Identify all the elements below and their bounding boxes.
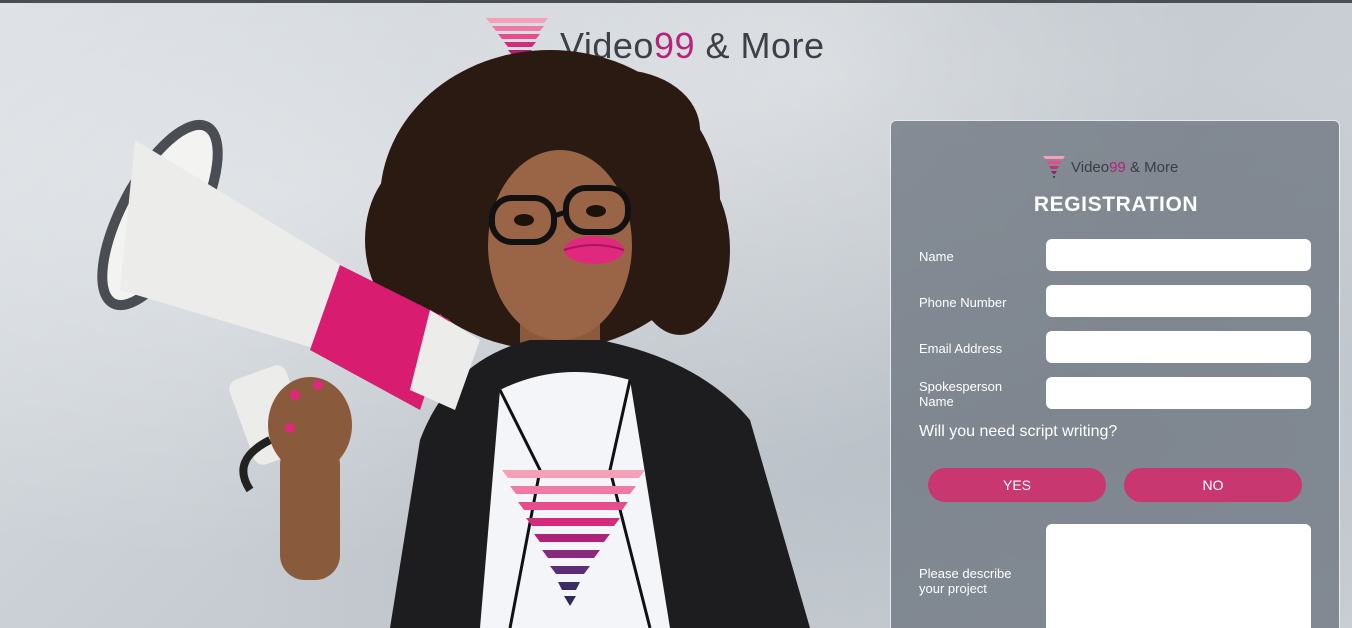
phone-field[interactable] <box>1046 285 1311 317</box>
hand <box>268 377 352 580</box>
registration-panel: Video99 & More REGISTRATION Name Phone N… <box>890 120 1340 628</box>
spokesperson-field[interactable] <box>1046 377 1311 409</box>
project-description-field[interactable] <box>1046 524 1311 628</box>
panel-brand-highlight: 99 <box>1109 158 1126 176</box>
panel-brand-name: Video99 & More <box>1071 159 1178 176</box>
name-field[interactable] <box>1046 239 1311 271</box>
no-button[interactable]: NO <box>1124 468 1302 502</box>
funnel-stripes-logo-icon <box>1043 156 1065 179</box>
panel-logo: Video99 & More <box>1041 153 1178 181</box>
hero-image <box>97 50 810 628</box>
registration-title: REGISTRATION <box>1033 193 1199 216</box>
yes-button[interactable]: YES <box>928 468 1106 502</box>
panel-brand-part2: & More <box>1125 158 1179 176</box>
script-writing-question: Will you need script writing? <box>919 423 1118 440</box>
spokesperson-label: Spokesperson Name <box>919 379 1003 409</box>
name-label: Name <box>919 249 954 264</box>
email-label: Email Address <box>919 341 1003 356</box>
panel-brand-part1: Video <box>1071 158 1110 176</box>
email-field[interactable] <box>1046 331 1311 363</box>
project-description-label: Please describe your project <box>919 566 1012 596</box>
phone-label: Phone Number <box>919 295 1007 310</box>
